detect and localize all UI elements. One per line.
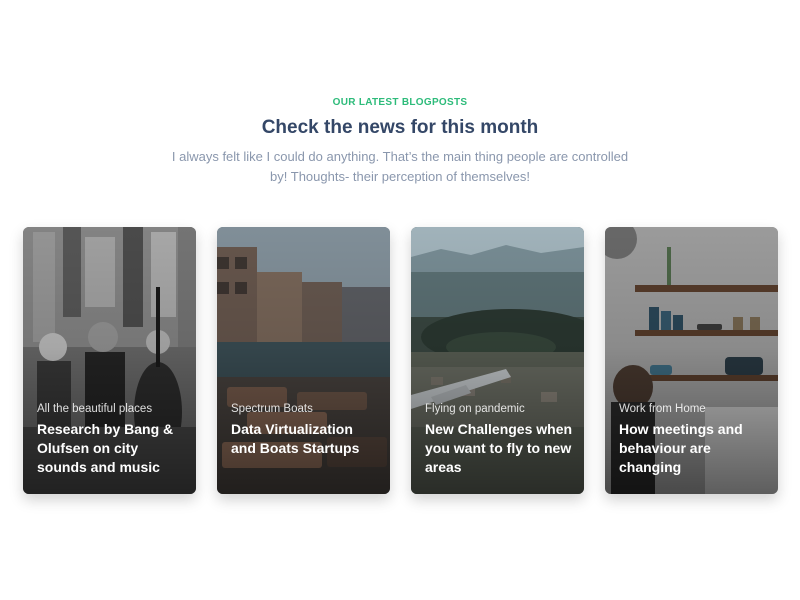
card-category: Flying on pandemic	[425, 403, 525, 415]
blog-card-list: All the beautiful places Research by Ban…	[23, 227, 778, 494]
blog-card[interactable]: Spectrum Boats Data Virtualization and B…	[217, 227, 390, 494]
card-title[interactable]: Research by Bang & Olufsen on city sound…	[37, 420, 186, 477]
blog-section: OUR LATEST BLOGPOSTS Check the news for …	[0, 0, 800, 600]
section-title: Check the news for this month	[261, 117, 539, 138]
card-title[interactable]: How meetings and behaviour are changing	[619, 420, 768, 477]
card-category: Work from Home	[619, 403, 706, 415]
card-category: All the beautiful places	[37, 403, 153, 415]
card-title[interactable]: New Challenges when you want to fly to n…	[425, 420, 574, 477]
section-eyebrow: OUR LATEST BLOGPOSTS	[332, 97, 468, 108]
section-lead: I always felt like I could do anything. …	[171, 149, 629, 184]
blog-card[interactable]: Flying on pandemic New Challenges when y…	[411, 227, 584, 494]
blog-card[interactable]: Work from Home How meetings and behaviou…	[605, 227, 778, 494]
card-category: Spectrum Boats	[231, 403, 313, 415]
blog-card[interactable]: All the beautiful places Research by Ban…	[23, 227, 196, 494]
section-header: OUR LATEST BLOGPOSTS Check the news for …	[0, 97, 800, 187]
card-title[interactable]: Data Virtualization and Boats Startups	[231, 420, 380, 458]
